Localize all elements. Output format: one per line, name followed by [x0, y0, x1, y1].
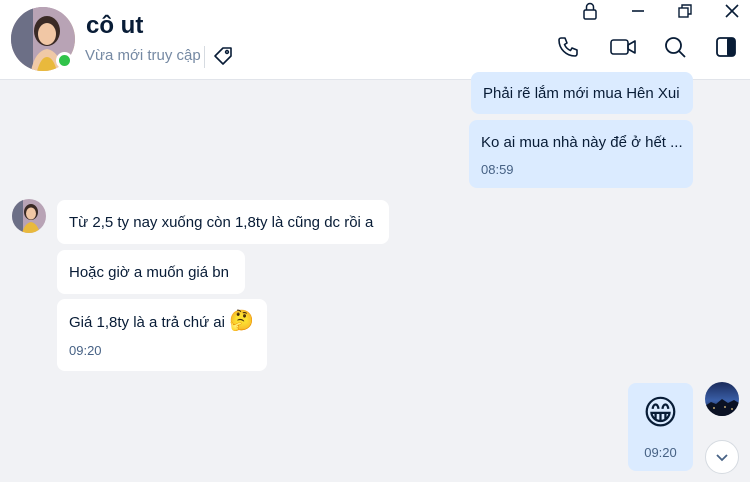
- video-camera-icon[interactable]: [609, 33, 637, 61]
- message-bubble-outgoing[interactable]: 😁 09:20: [628, 383, 693, 471]
- my-avatar[interactable]: [705, 382, 739, 416]
- sidebar-toggle-icon[interactable]: [712, 33, 740, 61]
- search-icon[interactable]: [661, 33, 689, 61]
- message-bubble-outgoing[interactable]: Phải rẽ lắm mới mua Hên Xui: [471, 72, 693, 114]
- minimize-icon[interactable]: [626, 0, 650, 22]
- contact-name[interactable]: cô ut: [86, 12, 143, 40]
- message-bubble-incoming[interactable]: Giá 1,8ty là a trả chứ ai 🤔 09:20: [57, 299, 267, 371]
- message-bubble-incoming[interactable]: Từ 2,5 ty nay xuống còn 1,8ty là cũng dc…: [57, 200, 389, 244]
- restore-icon[interactable]: [673, 0, 697, 22]
- contact-avatar-small[interactable]: [12, 199, 46, 233]
- thinking-face-emoji: 🤔: [229, 310, 255, 332]
- header-divider: [204, 46, 205, 68]
- message-time: 09:20: [644, 445, 677, 460]
- message-text: Giá 1,8ty là a trả chứ ai: [69, 314, 225, 331]
- last-seen-status: Vừa mới truy cập: [85, 47, 201, 64]
- message-text: Ko ai mua nhà này để ở hết ...: [481, 134, 683, 151]
- message-time: 09:20: [69, 343, 102, 358]
- scroll-to-bottom-button[interactable]: [705, 440, 739, 474]
- message-text: Hoặc giờ a muốn giá bn: [69, 264, 229, 281]
- message-text: Từ 2,5 ty nay xuống còn 1,8ty là cũng dc…: [69, 214, 374, 231]
- message-bubble-outgoing[interactable]: Ko ai mua nhà này để ở hết ... 08:59: [469, 120, 693, 188]
- message-time: 08:59: [481, 162, 514, 177]
- chat-header: cô ut Vừa mới truy cập: [0, 0, 750, 80]
- tag-icon[interactable]: [212, 45, 236, 69]
- close-icon[interactable]: [720, 0, 744, 22]
- message-text: Phải rẽ lắm mới mua Hên Xui: [483, 85, 680, 102]
- lock-icon[interactable]: [578, 0, 602, 22]
- online-status-dot: [56, 52, 73, 69]
- message-bubble-incoming[interactable]: Hoặc giờ a muốn giá bn: [57, 250, 245, 294]
- chevron-down-icon: [716, 454, 728, 462]
- grinning-face-emoji: 😁: [642, 394, 679, 432]
- phone-icon[interactable]: [554, 33, 582, 61]
